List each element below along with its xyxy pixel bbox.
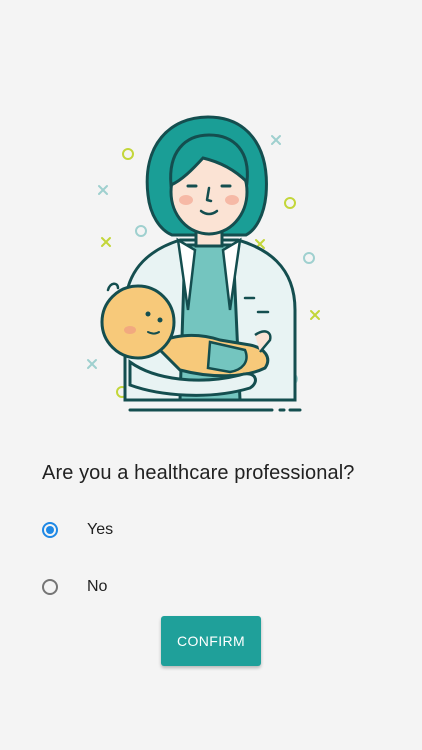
no-radio-option[interactable]: No — [40, 572, 107, 602]
confirm-button[interactable]: CONFIRM — [161, 616, 261, 666]
doctor-holding-baby-illustration — [60, 100, 360, 430]
yes-radio-option[interactable]: Yes — [40, 515, 113, 545]
yes-option-label: Yes — [87, 521, 114, 538]
yes-radio-button[interactable] — [42, 522, 58, 538]
no-radio-button[interactable] — [42, 579, 58, 595]
healthcare-question-title: Are you a healthcare professional? — [42, 462, 355, 484]
no-option-label: No — [87, 578, 108, 595]
